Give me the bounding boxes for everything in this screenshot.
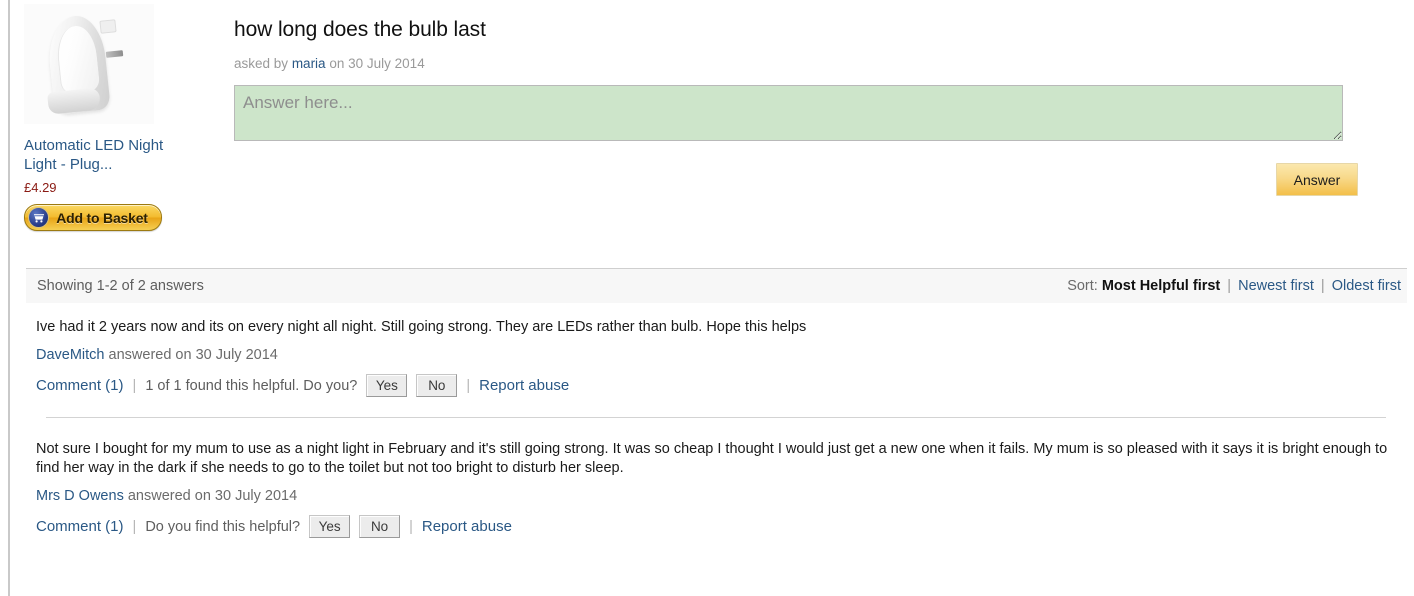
answer-author-link[interactable]: DaveMitch xyxy=(36,347,105,363)
answer-body: Ive had it 2 years now and its on every … xyxy=(36,319,807,335)
question-title: how long does the bulb last xyxy=(234,18,486,41)
helpful-prompt: 1 of 1 found this helpful. Do you? xyxy=(145,377,358,394)
answered-on-prefix: answered on xyxy=(108,347,192,363)
vote-no-button[interactable]: No xyxy=(416,374,458,397)
answer-byline: DaveMitch answered on 30 July 2014 xyxy=(36,347,1396,363)
answers-toolbar: Showing 1-2 of 2 answers Sort: Most Help… xyxy=(26,268,1407,303)
sort-separator-1: | xyxy=(1227,278,1232,294)
question-header-section: Automatic LED Night Light - Plug... £4.2… xyxy=(10,0,1414,252)
sort-controls: Sort: Most Helpful first | Newest first … xyxy=(1067,278,1407,294)
answered-on-prefix: answered on xyxy=(127,488,211,504)
product-card: Automatic LED Night Light - Plug... £4.2… xyxy=(24,4,186,231)
product-title-link[interactable]: Automatic LED Night Light - Plug... xyxy=(24,136,184,174)
answer-date: 30 July 2014 xyxy=(214,488,298,504)
answer-spacer xyxy=(36,418,1396,440)
comment-link[interactable]: Comment (1) xyxy=(36,518,124,535)
sort-label: Sort: xyxy=(1067,278,1098,294)
question-byline: asked by maria on 30 July 2014 xyxy=(234,56,1414,71)
add-to-basket-label: Add to Basket xyxy=(56,209,148,226)
qa-page: Automatic LED Night Light - Plug... £4.2… xyxy=(10,0,1414,596)
action-separator: | xyxy=(132,518,137,535)
report-abuse-link[interactable]: Report abuse xyxy=(422,518,512,535)
report-abuse-link[interactable]: Report abuse xyxy=(479,377,569,394)
question-date: 30 July 2014 xyxy=(348,56,425,71)
answers-list: Ive had it 2 years now and its on every … xyxy=(36,318,1396,538)
answer-date: 30 July 2014 xyxy=(195,347,278,363)
answer-actions: Comment (1) | Do you find this helpful? … xyxy=(36,515,1396,538)
night-light-plug-pin-side-icon xyxy=(105,50,124,58)
helpful-prompt: Do you find this helpful? xyxy=(145,518,301,535)
sort-option-newest[interactable]: Newest first xyxy=(1238,278,1314,294)
vote-yes-button[interactable]: Yes xyxy=(366,374,408,397)
action-separator: | xyxy=(132,377,137,394)
product-price: £4.29 xyxy=(24,180,57,195)
answer-author-link[interactable]: Mrs D Owens xyxy=(36,488,124,504)
answer-item: Ive had it 2 years now and its on every … xyxy=(36,318,1396,440)
product-image[interactable] xyxy=(24,4,154,124)
asked-by-prefix: asked by xyxy=(234,56,289,71)
sort-separator-2: | xyxy=(1320,278,1325,294)
night-light-plug-pin-top-icon xyxy=(99,19,117,34)
comment-link[interactable]: Comment (1) xyxy=(36,377,124,394)
question-author-link[interactable]: maria xyxy=(292,56,326,71)
sort-option-most-helpful[interactable]: Most Helpful first xyxy=(1102,278,1220,294)
action-separator: | xyxy=(466,377,471,394)
answer-input[interactable] xyxy=(234,85,1343,141)
vote-yes-button[interactable]: Yes xyxy=(309,515,351,538)
showing-count-label: Showing 1-2 of 2 answers xyxy=(37,278,204,294)
question-block: how long does the bulb last asked by mar… xyxy=(234,0,1414,196)
vote-no-button[interactable]: No xyxy=(359,515,401,538)
answer-submit-button[interactable]: Answer xyxy=(1276,163,1358,196)
answer-item: Not sure I bought for my mum to use as a… xyxy=(36,440,1396,538)
answer-actions: Comment (1) | 1 of 1 found this helpful.… xyxy=(36,374,1396,397)
answer-submit-row: Answer xyxy=(234,163,1358,196)
sort-option-oldest[interactable]: Oldest first xyxy=(1332,278,1401,294)
answer-body: Not sure I bought for my mum to use as a… xyxy=(36,441,1388,476)
shopping-cart-icon xyxy=(28,207,49,228)
add-to-basket-button[interactable]: Add to Basket xyxy=(24,204,162,231)
asked-on-prefix: on xyxy=(329,56,345,71)
answer-byline: Mrs D Owens answered on 30 July 2014 xyxy=(36,488,1396,504)
action-separator: | xyxy=(409,518,413,535)
